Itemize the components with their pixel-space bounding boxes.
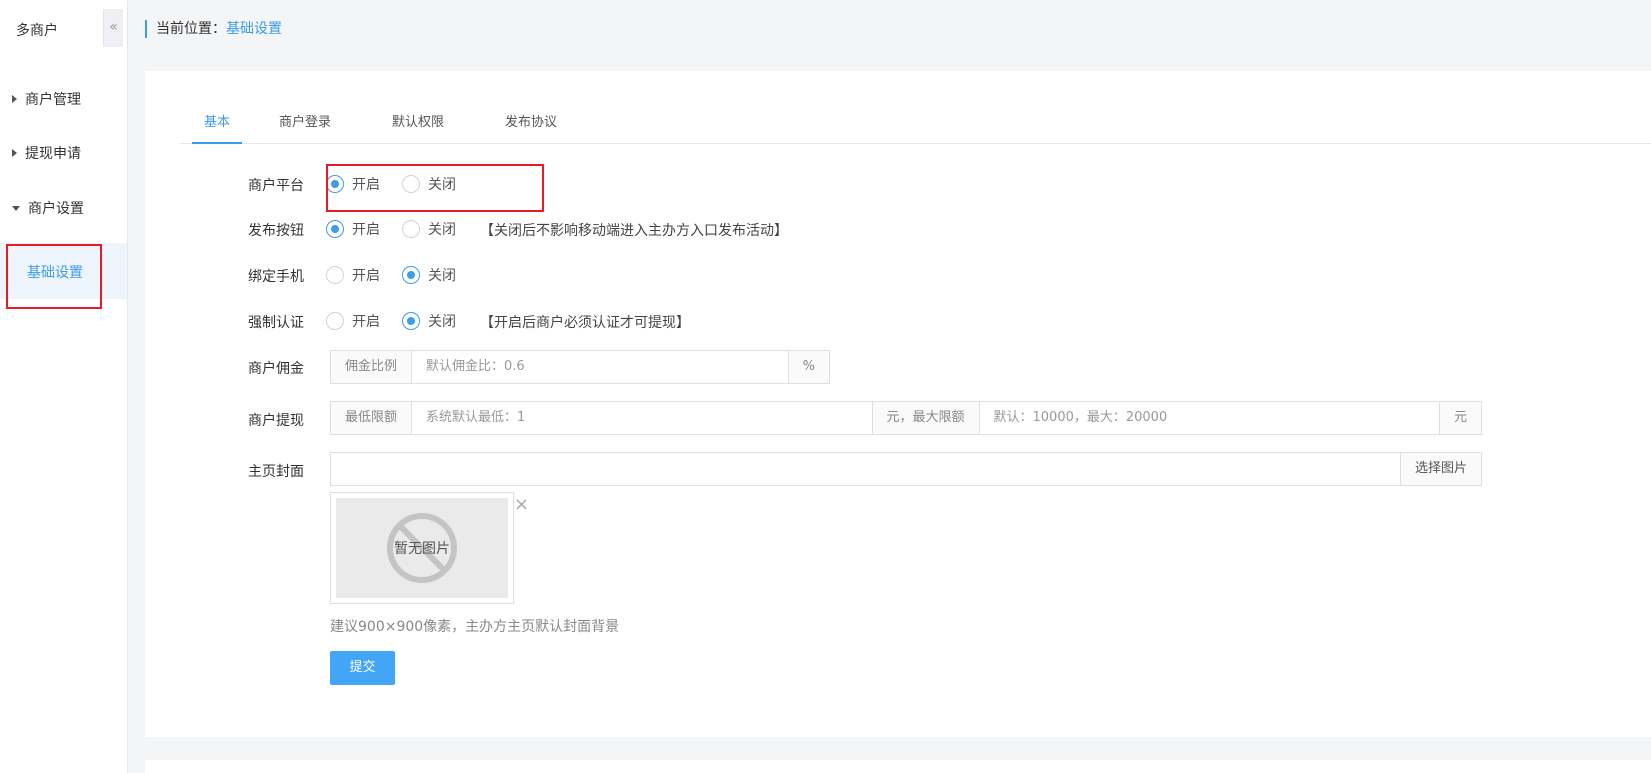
label-commission: 商户佣金 [248, 361, 304, 377]
label-force-auth: 强制认证 [248, 315, 304, 331]
radio-label: 关闭 [428, 314, 456, 330]
withdraw-min-addon: 最低限额 [331, 402, 413, 434]
withdraw-suffix: 元 [1439, 402, 1482, 434]
caret-down-icon [12, 205, 20, 211]
radio-label: 关闭 [428, 268, 456, 284]
radio-label: 开启 [352, 314, 380, 330]
withdraw-max-addon: 元，最大限额 [871, 402, 980, 434]
close-icon[interactable]: × [514, 494, 529, 515]
radio-force-auth-on[interactable]: 开启 [326, 311, 380, 331]
sidebar-item-merchant-manage[interactable]: 商户管理 [0, 80, 127, 120]
breadcrumb: 当前位置：基础设置 [145, 20, 282, 38]
tab-publish-agreement[interactable]: 发布协议 [501, 110, 561, 144]
radio-checked-icon [402, 266, 420, 284]
radio-checked-icon [402, 312, 420, 330]
commission-addon: 佣金比例 [331, 351, 413, 383]
radio-bind-phone-on[interactable]: 开启 [326, 265, 380, 285]
radio-label: 开启 [352, 222, 380, 238]
radio-label: 关闭 [428, 222, 456, 238]
tab-bar: 基本 商户登录 默认权限 发布协议 [180, 110, 1651, 144]
label-withdraw: 商户提现 [248, 413, 304, 429]
radio-force-auth-off[interactable]: 关闭 [402, 311, 456, 331]
radio-label: 开启 [352, 268, 380, 284]
caret-right-icon [12, 95, 17, 103]
breadcrumb-current[interactable]: 基础设置 [226, 21, 282, 37]
sidebar: 多商户 « 商户管理 提现申请 商户设置 基础设置 [0, 0, 128, 773]
note-force-auth: 【开启后商户必须认证才可提现】 [480, 315, 690, 331]
collapse-icon[interactable]: « [103, 9, 123, 47]
radio-bind-phone-off[interactable]: 关闭 [402, 265, 456, 285]
withdraw-input-group: 最低限额 系统默认最低：1 元，最大限额 默认：10000，最大：20000 元 [330, 401, 1482, 435]
radio-publish-button-on[interactable]: 开启 [326, 219, 380, 239]
select-image-button[interactable]: 选择图片 [1399, 453, 1481, 485]
cover-input[interactable] [331, 453, 1400, 485]
radio-unchecked-icon [326, 266, 344, 284]
no-image-text: 暂无图片 [394, 541, 450, 557]
label-cover: 主页封面 [248, 464, 304, 480]
commission-input[interactable]: 默认佣金比：0.6 [412, 351, 788, 383]
sidebar-item-label: 商户设置 [28, 201, 84, 217]
withdraw-min-input[interactable]: 系统默认最低：1 [412, 402, 871, 434]
tab-default-permissions[interactable]: 默认权限 [388, 110, 448, 144]
radio-publish-button-off[interactable]: 关闭 [402, 219, 456, 239]
tab-basic[interactable]: 基本 [192, 110, 242, 144]
cover-preview: 暂无图片 [330, 492, 514, 604]
label-bind-phone: 绑定手机 [248, 269, 304, 285]
caret-right-icon [12, 149, 17, 157]
sidebar-item-merchant-settings[interactable]: 商户设置 [0, 189, 127, 229]
sidebar-item-label: 商户管理 [25, 92, 81, 108]
breadcrumb-prefix: 当前位置： [156, 21, 226, 37]
cover-hint: 建议900×900像素，主办方主页默认封面背景 [330, 619, 620, 635]
radio-unchecked-icon [402, 220, 420, 238]
label-merchant-platform: 商户平台 [248, 178, 304, 194]
highlight-box-sidebar [6, 244, 102, 309]
tab-merchant-login[interactable]: 商户登录 [275, 110, 335, 144]
cover-placeholder: 暂无图片 [336, 498, 508, 598]
sidebar-title: 多商户 [16, 23, 58, 39]
commission-suffix: % [787, 351, 829, 383]
withdraw-max-input[interactable]: 默认：10000，最大：20000 [980, 402, 1439, 434]
commission-input-group: 佣金比例 默认佣金比：0.6 % [330, 350, 830, 384]
submit-button[interactable]: 提交 [330, 651, 395, 685]
sidebar-item-label: 提现申请 [25, 146, 81, 162]
note-publish-button: 【关闭后不影响移动端进入主办方入口发布活动】 [480, 223, 788, 239]
highlight-box-merchant-platform [326, 164, 544, 212]
cover-input-group: 选择图片 [330, 452, 1482, 486]
sidebar-item-withdraw[interactable]: 提现申请 [0, 134, 127, 174]
panel-bottom [145, 760, 1651, 773]
label-publish-button: 发布按钮 [248, 223, 304, 239]
radio-unchecked-icon [326, 312, 344, 330]
radio-checked-icon [326, 220, 344, 238]
